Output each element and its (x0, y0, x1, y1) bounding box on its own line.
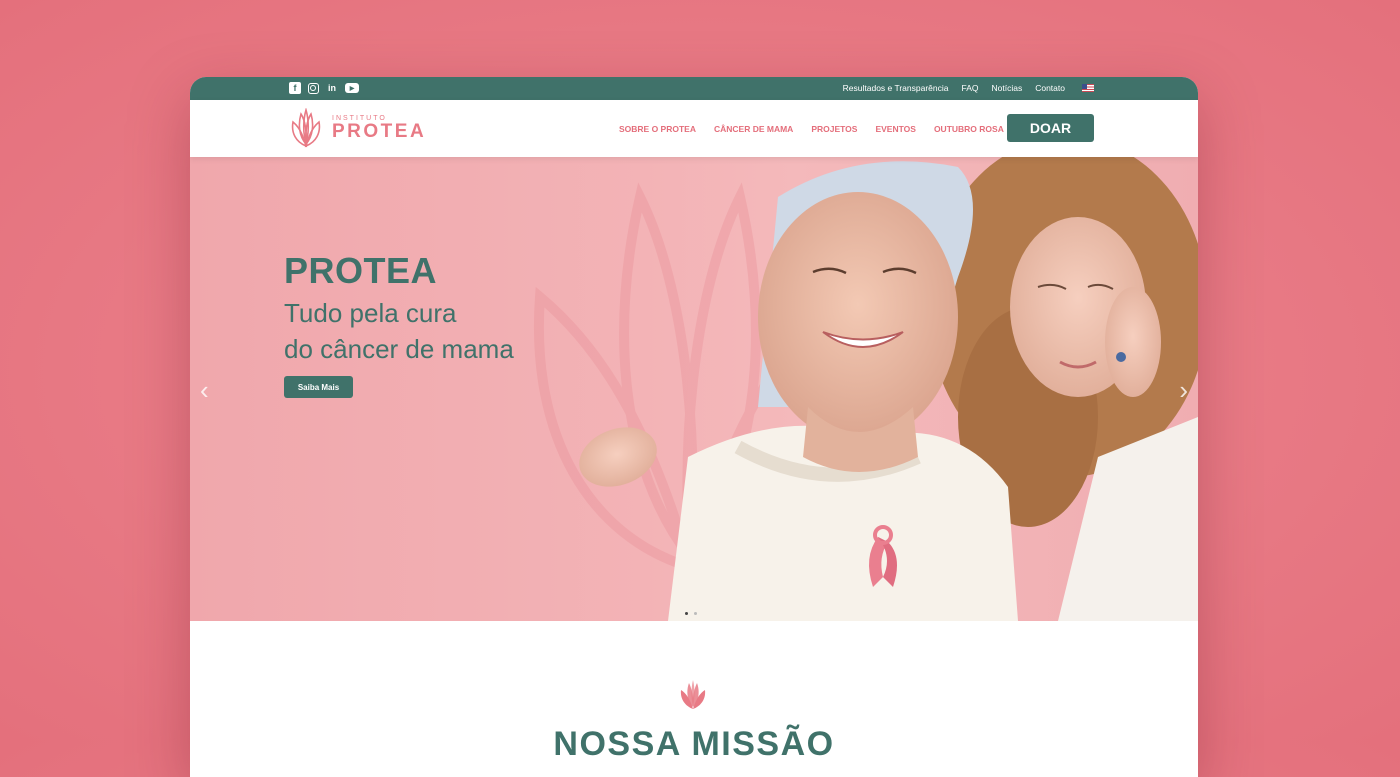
nav-cancer[interactable]: CÂNCER DE MAMA (714, 124, 793, 134)
hero-subtitle: Tudo pela cura do câncer de mama (284, 295, 564, 367)
hero-photo (579, 157, 1198, 621)
hero-slider: PROTEA Tudo pela cura do câncer de mama … (190, 157, 1198, 621)
link-resultados[interactable]: Resultados e Transparência (843, 83, 949, 93)
slider-prev-icon[interactable]: ‹ (200, 375, 209, 406)
site-header: INSTITUTO PROTEA SOBRE O PROTEA CÂNCER D… (190, 100, 1198, 157)
linkedin-icon[interactable]: in (326, 82, 338, 94)
nav-eventos[interactable]: EVENTOS (875, 124, 915, 134)
link-noticias[interactable]: Notícias (992, 83, 1023, 93)
link-faq[interactable]: FAQ (961, 83, 978, 93)
top-links: Resultados e Transparência FAQ Notícias … (843, 83, 1094, 93)
us-flag-icon[interactable] (1082, 84, 1094, 92)
mission-section: NOSSA MISSÃO (190, 621, 1198, 777)
logo[interactable]: INSTITUTO PROTEA (288, 108, 426, 148)
nav-sobre[interactable]: SOBRE O PROTEA (619, 124, 696, 134)
main-nav: SOBRE O PROTEA CÂNCER DE MAMA PROJETOS E… (619, 124, 1004, 134)
slider-next-icon[interactable]: › (1179, 375, 1188, 406)
hero-subtitle-line2: do câncer de mama (284, 334, 514, 364)
social-links: f in ▶ (289, 82, 359, 94)
nav-outubro-rosa[interactable]: OUTUBRO ROSA (934, 124, 1004, 134)
donate-button[interactable]: DOAR (1007, 114, 1094, 142)
youtube-icon[interactable]: ▶ (345, 83, 359, 93)
instagram-icon[interactable] (308, 82, 319, 94)
logo-big-text: PROTEA (332, 121, 427, 142)
saiba-mais-button[interactable]: Saiba Mais (284, 376, 353, 398)
protea-flower-icon (680, 680, 706, 709)
slider-dot-2[interactable] (694, 612, 697, 615)
slider-dots (685, 612, 697, 615)
link-contato[interactable]: Contato (1035, 83, 1065, 93)
mission-title: NOSSA MISSÃO (553, 725, 835, 763)
hero-subtitle-line1: Tudo pela cura (284, 298, 457, 328)
hero-title: PROTEA (284, 250, 438, 291)
top-bar: f in ▶ Resultados e Transparência FAQ No… (190, 77, 1198, 100)
facebook-icon[interactable]: f (289, 82, 301, 94)
slider-dot-1[interactable] (685, 612, 688, 615)
nav-projetos[interactable]: PROJETOS (811, 124, 857, 134)
protea-flower-icon (291, 108, 321, 148)
browser-window: f in ▶ Resultados e Transparência FAQ No… (190, 77, 1198, 777)
